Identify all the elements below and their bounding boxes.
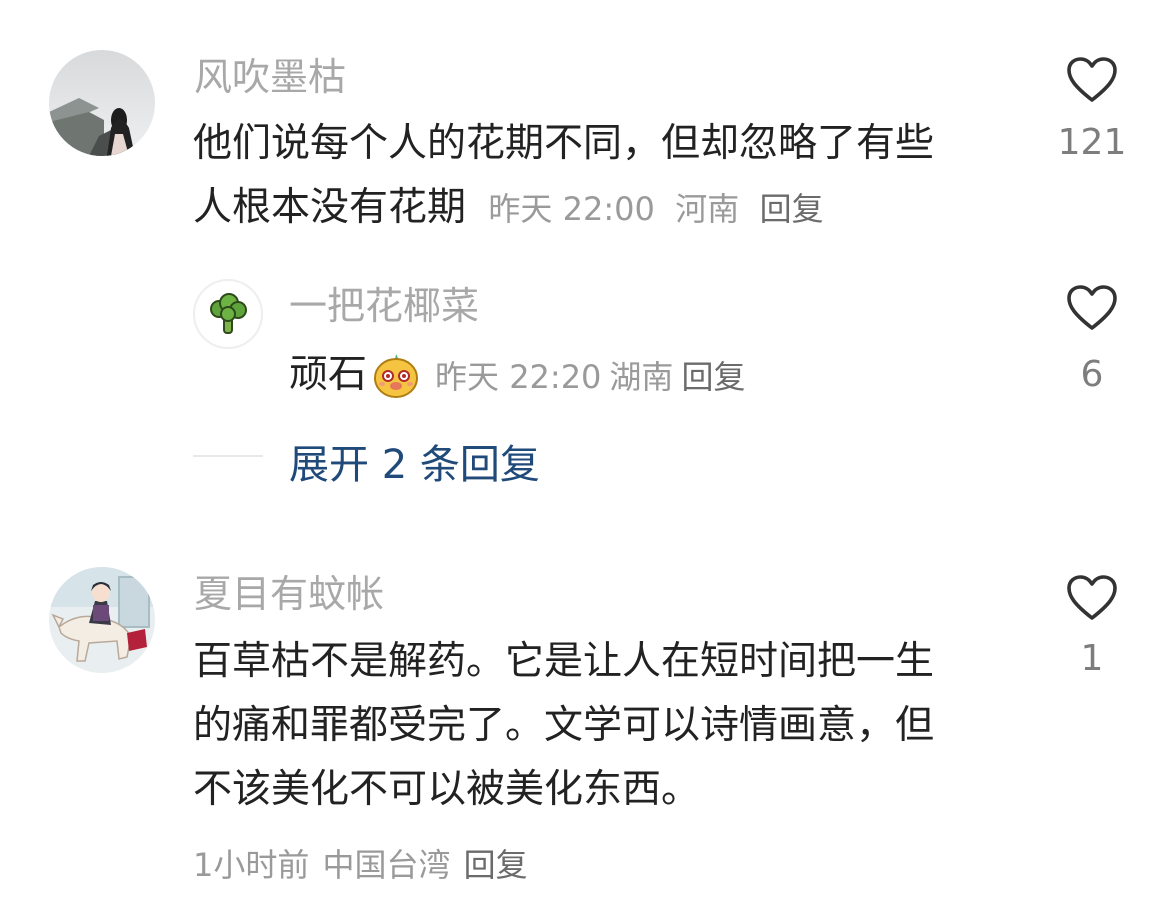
comment-location: 中国台湾 [322,846,451,884]
reply-text-row: 顽石 昨天 22:20 湖南 回复 [289,346,745,404]
comment-username[interactable]: 风吹墨枯 [194,58,346,96]
reply-location: 湖南 [609,358,674,396]
comment-text-line: 人根本没有花期 昨天 22:00 河南 回复 [193,176,1033,241]
reply-username[interactable]: 一把花椰菜 [289,287,479,325]
misty-landscape-girl-avatar-icon [49,50,155,156]
broccoli-icon [210,293,247,334]
anime-rider-horse-avatar-icon [49,567,155,673]
user-avatar[interactable] [49,50,155,156]
like-button[interactable]: 121 [1037,56,1147,166]
reply-text: 顽石 [289,352,368,397]
reply-avatar[interactable] [193,279,263,349]
comment-location: 河南 [675,190,740,228]
like-button[interactable]: 1 [1037,574,1147,684]
reply-like-button[interactable]: 6 [1037,284,1147,395]
comment-time: 1小时前 [193,846,310,884]
like-count: 121 [1057,122,1127,163]
comment-meta: 1小时前 中国台湾 回复 [193,840,528,886]
comment-time: 昨天 22:00 [488,190,655,228]
comment-text: 他们说每个人的花期不同，但却忽略了有些 人根本没有花期 昨天 22:00 河南 … [193,112,1033,241]
comment-text-line-2: 人根本没有花期 [193,185,467,230]
reply-time: 昨天 22:20 [435,358,602,396]
comment-username[interactable]: 夏目有蚊帐 [194,575,384,613]
comment-text-line: 不该美化不可以被美化东西。 [193,767,701,812]
reply-item: 一把花椰菜 顽石 昨天 22:20 湖南 回复 6 [0,270,1170,410]
reply-button[interactable]: 回复 [760,190,824,228]
heart-icon [1067,57,1117,102]
smiling-bean-emoji-icon [371,350,421,400]
reply-like-count: 6 [1080,354,1104,395]
comment-text-line: 百草枯不是解药。它是让人在短时间把一生 [193,639,935,684]
comment-2: 夏目有蚊帐 百草枯不是解药。它是让人在短时间把一生 的痛和罪都受完了。文学可以诗… [0,560,1170,916]
expand-replies-button[interactable]: 展开 2 条回复 [289,432,540,490]
user-avatar[interactable] [49,567,155,673]
reply-reply-button[interactable]: 回复 [681,352,745,398]
comment-1: 风吹墨枯 他们说每个人的花期不同，但却忽略了有些 人根本没有花期 昨天 22:0… [0,0,1170,250]
expand-divider [193,455,263,457]
reply-button[interactable]: 回复 [464,846,528,884]
like-count: 1 [1080,638,1104,679]
heart-icon [1067,575,1117,620]
comment-text-line: 他们说每个人的花期不同，但却忽略了有些 [193,121,935,166]
comment-text-line: 的痛和罪都受完了。文学可以诗情画意，但 [193,703,935,748]
heart-icon [1067,285,1117,330]
comment-text: 百草枯不是解药。它是让人在短时间把一生 的痛和罪都受完了。文学可以诗情画意，但 … [193,630,1033,822]
